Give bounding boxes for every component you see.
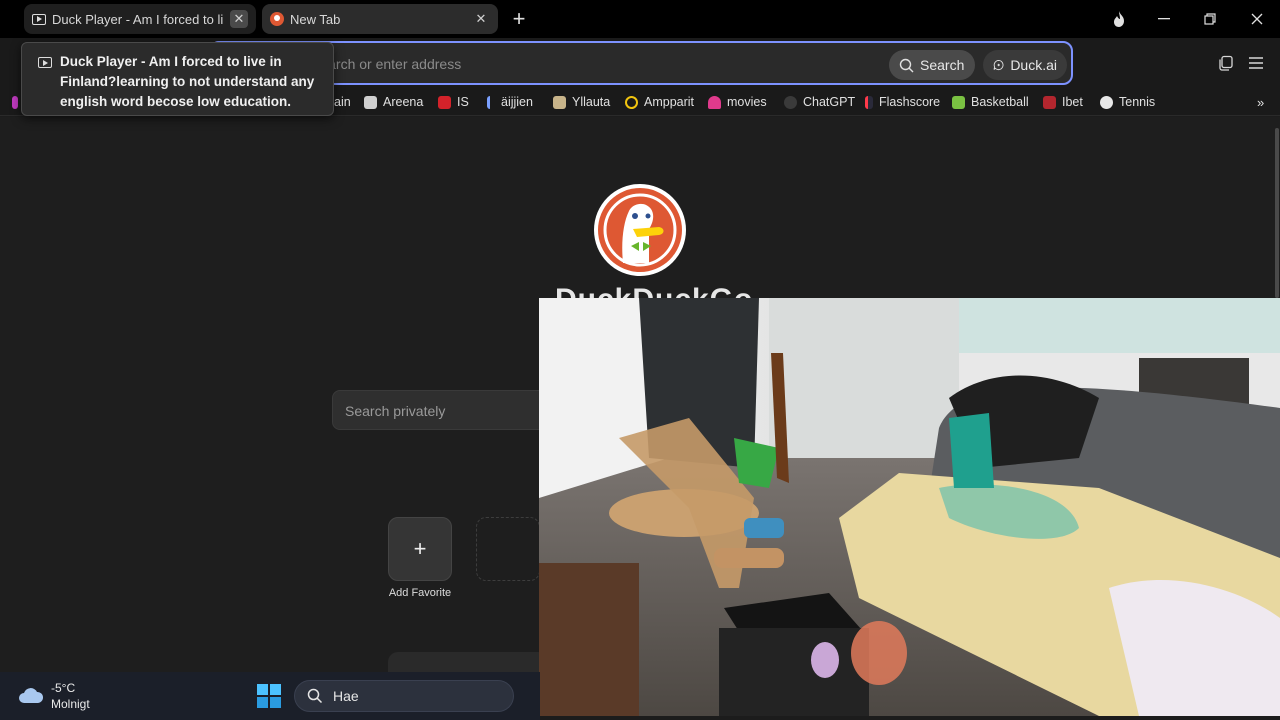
bookmark-ylilauta[interactable]: Yllauta xyxy=(553,93,610,111)
taskbar-search-label: Hae xyxy=(333,688,359,704)
chevron-double-right-icon: » xyxy=(1257,94,1265,110)
bookmark-ibet[interactable]: Ibet xyxy=(1043,93,1083,111)
bookmark-label: movies xyxy=(727,95,767,109)
tab-tooltip: Duck Player - Am I forced to live in Fin… xyxy=(21,42,334,116)
bookmark-label: Tennis xyxy=(1119,95,1156,109)
aijjien-icon xyxy=(487,95,495,109)
minimize-icon xyxy=(1158,18,1170,20)
duckduckgo-icon xyxy=(270,12,284,26)
picture-in-picture-video[interactable] xyxy=(539,298,1280,716)
duckai-button[interactable]: Duck.ai xyxy=(983,50,1067,80)
more-bookmarks-button[interactable]: » xyxy=(1257,93,1264,111)
bookmark-flashscore[interactable]: Flashscore xyxy=(865,93,940,111)
add-favorite-button[interactable]: + xyxy=(388,517,452,581)
windows-start-icon[interactable] xyxy=(256,683,282,709)
tab-new-tab[interactable]: New Tab ✕ xyxy=(262,4,498,34)
duckduckgo-logo xyxy=(594,184,686,276)
duckai-button-label: Duck.ai xyxy=(1010,57,1057,73)
bookmark-label: Ibet xyxy=(1062,95,1083,109)
restore-icon xyxy=(1204,13,1216,25)
ampparit-icon xyxy=(625,95,638,109)
minimize-button[interactable] xyxy=(1144,4,1184,34)
bookmark-aijjien[interactable]: äijjien xyxy=(487,93,533,111)
add-favorite-label: Add Favorite xyxy=(388,587,452,599)
bookmark-label: Basketball xyxy=(971,95,1029,109)
heart-icon xyxy=(708,95,721,109)
bookmark-label: Flashscore xyxy=(879,95,941,109)
bookmark-areena[interactable]: Areena xyxy=(364,93,423,111)
bookmark-is[interactable]: IS xyxy=(438,93,469,111)
basketball-icon xyxy=(952,95,965,109)
bookmark-chatgpt[interactable]: ChatGPT xyxy=(784,93,855,111)
bookmark-ampparit[interactable]: Ampparit xyxy=(625,93,694,111)
is-icon xyxy=(438,95,451,109)
close-window-button[interactable] xyxy=(1237,4,1277,34)
search-button[interactable]: Search xyxy=(889,50,975,80)
scrollbar-thumb[interactable] xyxy=(1275,128,1279,298)
play-icon xyxy=(32,13,46,25)
menu-button[interactable] xyxy=(1245,52,1267,74)
tennis-icon xyxy=(1100,95,1113,109)
video-frame-image xyxy=(539,298,1280,716)
taskbar: -5°C Molnigt Hae xyxy=(0,672,540,720)
chat-icon xyxy=(993,59,1004,71)
address-input[interactable] xyxy=(311,53,711,75)
plus-icon: + xyxy=(413,536,427,561)
bookmark-basketball[interactable]: Basketball xyxy=(952,93,1029,111)
bookmark-label: äijjien xyxy=(501,95,533,109)
tabs-overview-button[interactable] xyxy=(1215,52,1237,74)
play-icon xyxy=(38,57,52,68)
close-tab-icon[interactable]: ✕ xyxy=(472,10,490,28)
search-button-label: Search xyxy=(920,57,965,73)
hamburger-icon xyxy=(1249,57,1263,69)
bookmark-label: ChatGPT xyxy=(803,95,856,109)
bookmark-label: Areena xyxy=(383,95,424,109)
bookmark-label: IS xyxy=(457,95,469,109)
bookmark-ain[interactable]: ain xyxy=(334,93,351,111)
search-box[interactable] xyxy=(332,390,572,430)
tab-title: Duck Player - Am I forced to li xyxy=(52,11,224,27)
bookmark-label: ain xyxy=(334,95,351,109)
bookmark-tennis[interactable]: Tennis xyxy=(1100,93,1155,111)
weather-temperature[interactable]: -5°C xyxy=(51,681,75,695)
taskbar-search[interactable]: Hae xyxy=(294,680,514,712)
copy-icon xyxy=(1219,55,1233,71)
cloud-icon[interactable] xyxy=(18,686,44,704)
close-tab-icon[interactable]: ✕ xyxy=(230,10,248,28)
tab-strip: Duck Player - Am I forced to li ✕ New Ta… xyxy=(0,0,1280,38)
tab-duck-player[interactable]: Duck Player - Am I forced to li ✕ xyxy=(24,4,256,34)
ibet-icon xyxy=(1043,95,1056,109)
bookmark-label: Ampparit xyxy=(644,95,695,109)
address-bar[interactable]: Search Duck.ai xyxy=(209,41,1073,85)
search-input[interactable] xyxy=(345,401,545,421)
areena-icon xyxy=(364,95,377,109)
restore-button[interactable] xyxy=(1190,4,1230,34)
new-tab-button[interactable]: + xyxy=(506,6,532,32)
fire-button[interactable] xyxy=(1099,4,1139,34)
tooltip-text: Duck Player - Am I forced to live in Fin… xyxy=(60,54,315,109)
search-icon xyxy=(307,688,323,704)
close-icon xyxy=(1251,13,1263,25)
chatgpt-icon xyxy=(784,95,797,109)
empty-favorite-slot xyxy=(476,517,540,581)
flashscore-icon xyxy=(865,95,873,109)
flame-icon xyxy=(1114,11,1124,27)
search-icon xyxy=(899,58,914,72)
bookmark-label: Yllauta xyxy=(572,95,611,109)
bookmark-movies[interactable]: movies xyxy=(708,93,767,111)
weather-description[interactable]: Molnigt xyxy=(51,697,90,711)
ylilauta-icon xyxy=(553,95,566,109)
tab-title: New Tab xyxy=(290,11,341,27)
